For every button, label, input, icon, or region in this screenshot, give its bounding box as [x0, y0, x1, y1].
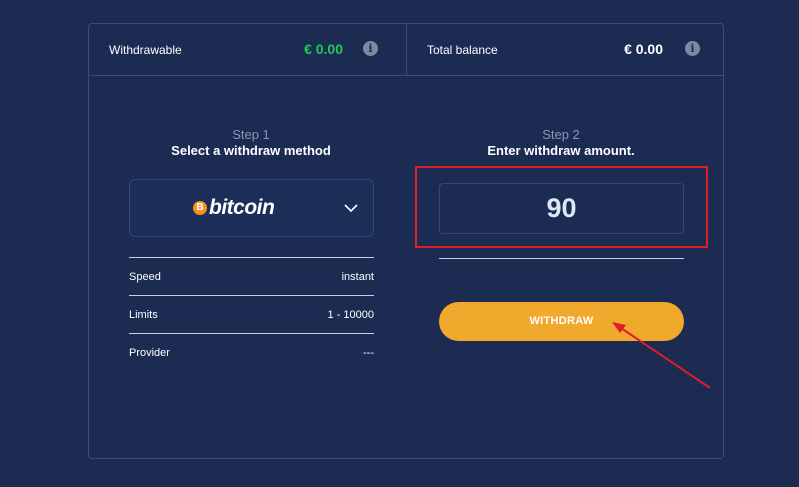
- detail-row-speed: Speed instant: [129, 257, 374, 295]
- detail-value: instant: [341, 271, 374, 283]
- withdrawable-cell: Withdrawable € 0.00 i: [89, 24, 407, 75]
- withdrawable-label: Withdrawable: [109, 43, 182, 57]
- detail-key: Provider: [129, 347, 170, 359]
- balance-header: Withdrawable € 0.00 i Total balance € 0.…: [89, 24, 723, 76]
- method-details: Speed instant Limits 1 - 10000 Provider …: [129, 257, 374, 371]
- divider: [439, 258, 684, 259]
- withdraw-amount-input[interactable]: 90: [439, 183, 684, 234]
- step1-title: Select a withdraw method: [171, 143, 331, 158]
- total-balance-label: Total balance: [427, 43, 498, 57]
- detail-value: ---: [363, 347, 374, 359]
- detail-row-limits: Limits 1 - 10000: [129, 295, 374, 333]
- step1-label: Step 1: [232, 127, 270, 142]
- total-balance-amount: € 0.00: [624, 41, 663, 57]
- step2-label: Step 2: [542, 127, 580, 142]
- detail-key: Speed: [129, 271, 161, 283]
- detail-row-provider: Provider ---: [129, 333, 374, 371]
- info-icon[interactable]: i: [685, 41, 700, 56]
- step2-title: Enter withdraw amount.: [487, 143, 635, 158]
- bitcoin-icon: B: [193, 201, 207, 215]
- info-icon[interactable]: i: [363, 41, 378, 56]
- detail-value: 1 - 10000: [327, 309, 374, 321]
- chevron-down-icon[interactable]: [343, 200, 359, 216]
- withdraw-method-select[interactable]: B bitcoin: [129, 179, 374, 237]
- bitcoin-logo: B bitcoin: [193, 194, 275, 222]
- detail-key: Limits: [129, 309, 158, 321]
- withdraw-button[interactable]: WITHDRAW: [439, 302, 684, 341]
- withdrawable-amount: € 0.00: [304, 41, 343, 57]
- method-name: bitcoin: [209, 196, 275, 219]
- total-balance-cell: Total balance € 0.00 i: [407, 24, 725, 75]
